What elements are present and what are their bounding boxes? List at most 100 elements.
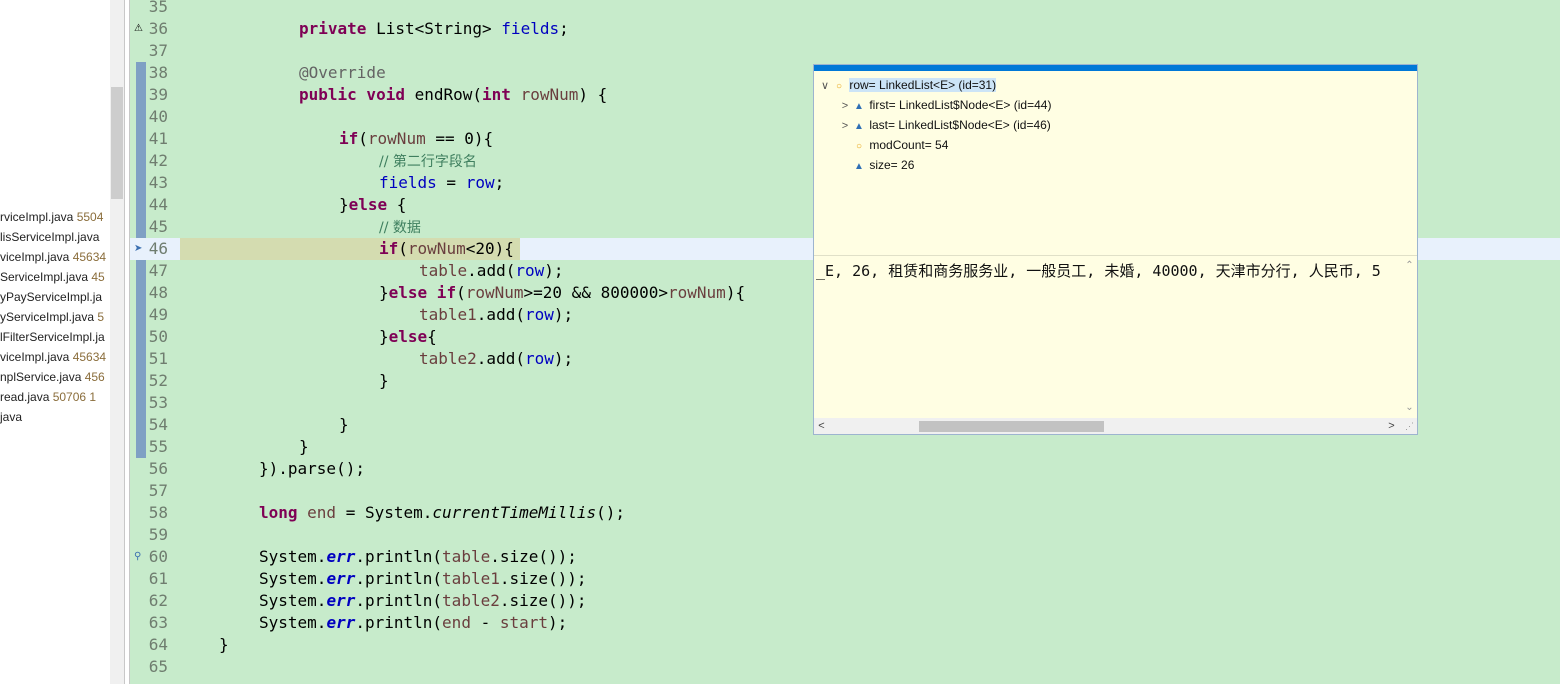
line-number: 58 — [148, 503, 168, 522]
code-text[interactable]: @Override — [299, 62, 386, 84]
tree-node-first[interactable]: > ▲ first= LinkedList$Node<E> (id=44) — [838, 95, 1052, 116]
file-item[interactable]: rviceImpl.java 5504 — [0, 207, 110, 227]
line-number: 54 — [148, 415, 168, 434]
line-number: 43 — [148, 173, 168, 192]
code-line: 35 — [130, 0, 1560, 18]
code-text[interactable]: } — [299, 436, 309, 458]
line-number: 65 — [148, 657, 168, 676]
line-number: 60 — [148, 547, 168, 566]
detail-horizontal-scrollbar[interactable]: < > — [814, 418, 1402, 434]
line-number: 63 — [148, 613, 168, 632]
code-text[interactable]: System.err.println(end - start); — [259, 612, 567, 634]
tree-node-label: row= LinkedList<E> (id=31) — [849, 78, 997, 92]
code-text[interactable]: }else { — [339, 194, 406, 216]
expand-chevron-icon[interactable]: > — [838, 116, 852, 136]
tree-node-label: last= LinkedList$Node<E> (id=46) — [869, 118, 1051, 132]
file-item[interactable]: viceImpl.java 45634 — [0, 347, 110, 367]
scroll-up-icon[interactable]: ⌃ — [1402, 260, 1417, 271]
code-line: 65 — [130, 656, 1560, 678]
explorer-scrollbar[interactable] — [110, 0, 124, 684]
line-number: 45 — [148, 217, 168, 236]
code-text[interactable]: } — [339, 414, 349, 436]
file-item[interactable]: yPayServiceImpl.ja — [0, 287, 110, 307]
code-text[interactable]: } — [219, 634, 229, 656]
tree-node-row[interactable]: ∨ ○ row= LinkedList<E> (id=31) — [818, 75, 997, 96]
tree-node-label: modCount= 54 — [869, 138, 949, 152]
line-number: 49 — [148, 305, 168, 324]
file-item[interactable]: yServiceImpl.java 5 — [0, 307, 110, 327]
detail-vertical-scrollbar[interactable]: ⌃ ⌄ — [1402, 256, 1417, 418]
field-default-icon: ▲ — [854, 161, 864, 172]
file-item[interactable]: viceImpl.java 45634 — [0, 247, 110, 267]
code-text[interactable]: public void endRow(int rowNum) { — [299, 84, 607, 106]
line-number: 46 — [148, 239, 168, 258]
code-text[interactable]: }else{ — [379, 326, 437, 348]
line-number: 55 — [148, 437, 168, 456]
tree-node-last[interactable]: > ▲ last= LinkedList$Node<E> (id=46) — [838, 115, 1051, 135]
debug-hover-popup[interactable]: ∨ ○ row= LinkedList<E> (id=31) > ▲ first= … — [813, 64, 1418, 435]
code-text[interactable]: // 第二行字段名 — [379, 150, 477, 173]
line-number: 52 — [148, 371, 168, 390]
value-detail-text[interactable]: _E, 26, 租赁和商务服务业, 一般员工, 未婚, 40000, 天津市分行… — [816, 260, 1381, 281]
file-item[interactable]: nplService.java 456 — [0, 367, 110, 387]
code-text[interactable]: long end = System.currentTimeMillis(); — [259, 502, 625, 524]
code-line: ⚠ 36 private List<String> fields; — [130, 18, 1560, 40]
line-number: 40 — [148, 107, 168, 126]
code-text[interactable]: private List<String> fields; — [299, 18, 569, 40]
code-text[interactable]: table2.add(row); — [419, 348, 573, 370]
variable-tree[interactable]: ∨ ○ row= LinkedList<E> (id=31) > ▲ first= … — [814, 71, 1417, 255]
tree-node-label: size= 26 — [869, 158, 915, 172]
resize-grip-icon[interactable]: ⋰ — [1402, 418, 1417, 434]
code-text[interactable]: }else if(rowNum>=20 && 800000>rowNum){ — [379, 282, 745, 304]
file-item[interactable]: java — [0, 407, 110, 427]
tree-node-size[interactable]: ▲ size= 26 — [838, 155, 914, 175]
scrollbar-thumb[interactable] — [111, 87, 123, 199]
code-text[interactable]: System.err.println(table2.size()); — [259, 590, 587, 612]
code-text[interactable]: if(rowNum == 0){ — [339, 128, 493, 150]
line-number: 44 — [148, 195, 168, 214]
code-text[interactable]: System.err.println(table.size()); — [259, 546, 577, 568]
scroll-right-icon[interactable]: > — [1384, 418, 1399, 434]
line-number: 62 — [148, 591, 168, 610]
code-line: 37 — [130, 40, 1560, 62]
package-explorer: rviceImpl.java 5504 lisServiceImpl.java … — [0, 0, 110, 684]
code-line: 55 } — [130, 436, 1560, 458]
field-protected-icon: ○ — [855, 141, 863, 152]
line-number: 59 — [148, 525, 168, 544]
code-line: 58 long end = System.currentTimeMillis()… — [130, 502, 1560, 524]
expand-chevron-icon[interactable]: > — [838, 96, 852, 116]
code-text[interactable]: System.err.println(table1.size()); — [259, 568, 587, 590]
scroll-down-icon[interactable]: ⌄ — [1402, 402, 1417, 413]
line-number: 38 — [148, 63, 168, 82]
scroll-left-icon[interactable]: < — [814, 418, 829, 434]
code-line: 61 System.err.println(table1.size()); — [130, 568, 1560, 590]
tree-node-label: first= LinkedList$Node<E> (id=44) — [869, 98, 1052, 112]
code-text[interactable]: fields = row; — [379, 172, 504, 194]
code-line: 62 System.err.println(table2.size()); — [130, 590, 1560, 612]
value-detail-pane[interactable]: _E, 26, 租赁和商务服务业, 一般员工, 未婚, 40000, 天津市分行… — [814, 256, 1402, 418]
line-number: 47 — [148, 261, 168, 280]
file-item[interactable]: lisServiceImpl.java — [0, 227, 110, 247]
tree-node-modcount[interactable]: ○ modCount= 54 — [838, 135, 948, 155]
line-number: 42 — [148, 151, 168, 170]
file-item[interactable]: lFilterServiceImpl.ja — [0, 327, 110, 347]
code-text[interactable]: table1.add(row); — [419, 304, 573, 326]
code-text[interactable]: } — [379, 370, 389, 392]
code-text[interactable]: table.add(row); — [419, 260, 564, 282]
code-line: 57 — [130, 480, 1560, 502]
field-default-icon: ▲ — [854, 121, 864, 132]
line-number: 50 — [148, 327, 168, 346]
code-line: 56 }).parse(); — [130, 458, 1560, 480]
line-number: 51 — [148, 349, 168, 368]
file-item[interactable]: ServiceImpl.java 45 — [0, 267, 110, 287]
code-text[interactable]: // 数据 — [379, 216, 421, 239]
line-number: 39 — [148, 85, 168, 104]
code-line: ⚲ 60 System.err.println(table.size()); — [130, 546, 1560, 568]
line-number: 37 — [148, 41, 168, 60]
collapse-chevron-icon[interactable]: ∨ — [818, 76, 832, 96]
line-number: 53 — [148, 393, 168, 412]
code-text[interactable]: }).parse(); — [259, 458, 365, 480]
code-text[interactable]: if(rowNum<20){ — [379, 238, 514, 260]
file-item[interactable]: read.java 50706 1 — [0, 387, 110, 407]
scrollbar-thumb[interactable] — [919, 421, 1104, 432]
